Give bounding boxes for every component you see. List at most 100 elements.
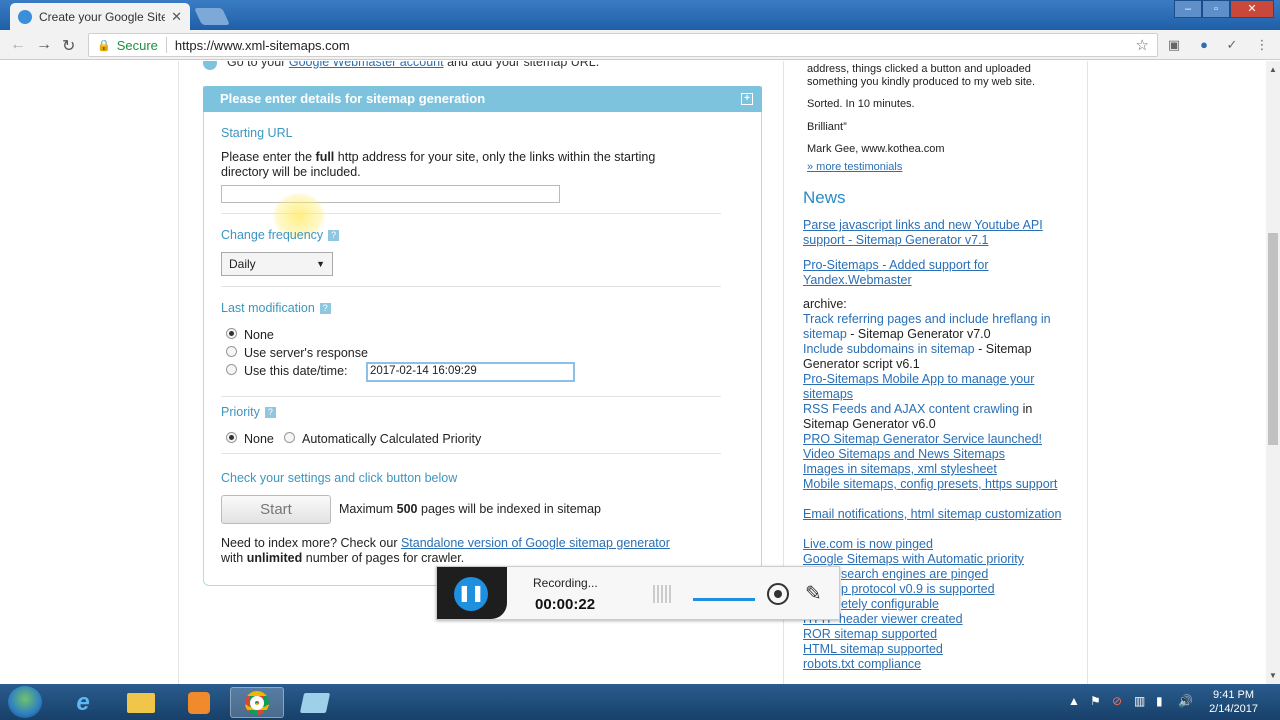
expand-plus-icon[interactable]: + <box>741 93 753 105</box>
priority-none-radio[interactable] <box>226 432 237 443</box>
help-icon[interactable]: ? <box>264 407 276 419</box>
need-more-suffix: number of pages for crawler. <box>305 551 465 565</box>
archive-link[interactable]: p protocol v0.9 is supported <box>841 582 1071 597</box>
archive-link[interactable]: Include subdomains in sitemap <box>803 342 975 356</box>
standalone-version-link[interactable]: Standalone version of Google sitemap gen… <box>401 536 670 550</box>
start-button-icon[interactable] <box>8 686 42 718</box>
recording-status: Recording... <box>533 576 598 590</box>
priority-text: Priority <box>221 405 260 419</box>
archive-link[interactable]: PRO Sitemap Generator Service launched! <box>803 432 1065 447</box>
webmaster-account-link[interactable]: Google Webmaster account <box>289 61 444 69</box>
archive-link[interactable]: robots.txt compliance <box>803 657 1065 672</box>
power-icon[interactable]: ▮ <box>1156 694 1163 708</box>
archive-link[interactable]: ROR sitemap supported <box>803 627 1065 642</box>
maximize-icon[interactable]: ▫ <box>1202 0 1230 18</box>
lastmod-none-label: None <box>244 328 274 342</box>
recorder-taskbar-icon[interactable] <box>288 687 342 718</box>
internet-explorer-icon[interactable]: e <box>56 687 110 718</box>
testimonial-brilliant: Brilliant” <box>807 121 847 133</box>
system-clock[interactable]: 9:41 PM 2/14/2017 <box>1209 688 1258 716</box>
pause-recording-button[interactable]: ❚❚ <box>454 577 488 611</box>
network-icon[interactable]: ▥ <box>1134 694 1145 708</box>
archive-link[interactable]: Video Sitemaps and News Sitemaps <box>803 447 1065 462</box>
media-player-icon[interactable] <box>172 687 226 718</box>
address-separator <box>165 37 167 53</box>
help-icon[interactable]: ? <box>328 230 340 242</box>
vertical-scrollbar[interactable]: ▲ ▼ <box>1266 61 1280 684</box>
url-text: https://www.xml-sitemaps.com <box>174 37 350 53</box>
step-text-suffix: and add your sitemap URL. <box>447 61 600 69</box>
more-testimonials-link[interactable]: » more testimonials <box>807 161 902 173</box>
chrome-glyph <box>245 690 269 715</box>
forward-arrow-icon[interactable]: → <box>36 36 52 54</box>
dropdown-arrow-icon: ▼ <box>316 259 325 269</box>
more-testimonials-wrap: » more testimonials <box>807 161 902 173</box>
volume-slider[interactable] <box>693 598 755 601</box>
news-link[interactable]: Parse javascript links and new Youtube A… <box>803 218 1065 248</box>
browser-toolbar: ← → ↻ 🔒 Secure https://www.xml-sitemaps.… <box>0 30 1280 60</box>
scroll-down-icon[interactable]: ▼ <box>1269 671 1277 680</box>
browser-tab-active[interactable]: Create your Google Sitem ✕ <box>10 3 190 30</box>
profile-icon[interactable]: ● <box>1196 37 1212 53</box>
file-explorer-icon[interactable] <box>114 687 168 718</box>
menu-icon[interactable]: ⋮ <box>1254 37 1270 53</box>
start-button[interactable]: Start <box>221 495 331 524</box>
check-settings-label: Check your settings and click button bel… <box>221 471 458 485</box>
archive-link[interactable]: Pro-Sitemaps Mobile App to manage your s… <box>803 372 1065 402</box>
flag-icon[interactable]: ⚑ <box>1090 694 1101 708</box>
archive-link[interactable]: Images in sitemaps, xml stylesheet <box>803 462 1065 477</box>
archive-link[interactable]: search engines are pinged <box>841 567 1071 582</box>
desc-bold: full <box>315 150 335 164</box>
archive-link[interactable]: Live.com is now pinged <box>803 537 1065 552</box>
tray-expand-icon[interactable]: ▲ <box>1068 694 1080 708</box>
help-icon[interactable]: ? <box>319 303 331 315</box>
lastmod-server-radio[interactable] <box>226 346 237 357</box>
scroll-up-icon[interactable]: ▲ <box>1269 65 1277 74</box>
priority-auto-radio[interactable] <box>284 432 295 443</box>
lastmod-none-radio[interactable] <box>226 328 237 339</box>
webcam-icon[interactable] <box>767 583 789 605</box>
last-modification-text: Last modification <box>221 301 315 315</box>
max-pages-text: Maximum 500 pages will be indexed in sit… <box>339 502 601 516</box>
starting-url-description: Please enter the full http address for y… <box>221 150 655 164</box>
archive-link[interactable]: HTTP header viewer created <box>803 612 1065 627</box>
window-close-icon[interactable]: ✕ <box>1230 0 1274 18</box>
scrollbar-thumb[interactable] <box>1268 233 1278 445</box>
check-extension-icon[interactable]: ✓ <box>1224 37 1240 53</box>
pen-icon[interactable]: ✎ <box>805 581 822 606</box>
archive-link[interactable]: etely configurable <box>841 597 1071 612</box>
chrome-taskbar-icon[interactable] <box>230 687 284 718</box>
lastmod-date-input[interactable]: 2017-02-14 16:09:29 <box>366 362 575 382</box>
recorder-control-panel: ❚❚ <box>437 567 507 619</box>
site-favicon-icon <box>18 9 32 24</box>
step-instruction: Go to your Google Webmaster account and … <box>203 61 599 70</box>
need-more-prefix: Need to index more? Check our <box>221 536 398 550</box>
need-more-line2: with unlimited number of pages for crawl… <box>221 551 464 565</box>
archive-link[interactable]: RSS Feeds and AJAX content crawling <box>803 402 1019 416</box>
volume-icon[interactable]: 🔊 <box>1178 694 1193 708</box>
tab-title: Create your Google Sitem <box>39 9 166 24</box>
back-arrow-icon[interactable]: ← <box>10 36 26 54</box>
address-bar[interactable]: 🔒 Secure https://www.xml-sitemaps.com ☆ <box>88 33 1158 57</box>
starting-url-input[interactable] <box>221 185 560 203</box>
change-frequency-label: Change frequency? <box>221 228 340 242</box>
archive-link[interactable]: HTML sitemap supported <box>803 642 1065 657</box>
archive-item: Track referring pages and include hrefla… <box>803 312 1065 342</box>
archive-item: Include subdomains in sitemap - Sitemap … <box>803 342 1065 372</box>
archive-link[interactable]: Mobile sitemaps, config presets, https s… <box>803 477 1065 492</box>
reload-icon[interactable]: ↻ <box>62 36 75 56</box>
news-link[interactable]: Pro-Sitemaps - Added support for Yandex.… <box>803 258 1065 288</box>
need-more-with: with <box>221 551 244 565</box>
archive-link[interactable]: Google Sitemaps with Automatic priority <box>803 552 1065 567</box>
new-tab-button[interactable] <box>194 8 230 25</box>
lastmod-custom-radio[interactable] <box>226 364 237 375</box>
bookmark-star-icon[interactable]: ☆ <box>1136 36 1149 54</box>
archive-text: - Sitemap Generator v7.0 <box>846 327 991 341</box>
archive-link[interactable]: Email notifications, html sitemap custom… <box>803 507 1065 522</box>
close-tab-icon[interactable]: ✕ <box>171 9 182 25</box>
minimize-icon[interactable]: – <box>1174 0 1202 18</box>
extension-icon[interactable]: ▣ <box>1166 37 1182 53</box>
security-icon[interactable]: ⊘ <box>1112 694 1122 708</box>
page-left-margin <box>0 61 178 684</box>
change-frequency-select[interactable]: Daily ▼ <box>221 252 333 276</box>
